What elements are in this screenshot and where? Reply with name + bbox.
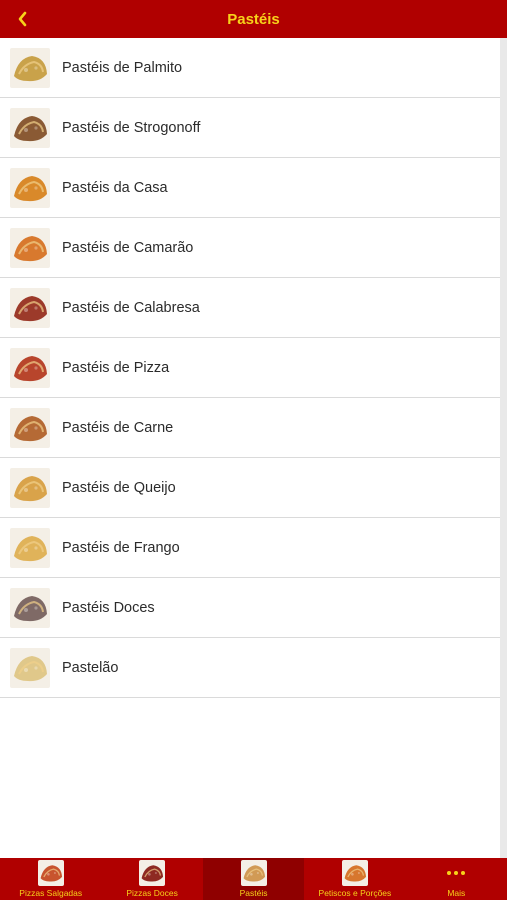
tab-1[interactable]: Pizzas Salgadas	[0, 858, 101, 900]
list-item[interactable]: Pastéis de Palmito	[0, 38, 500, 98]
item-thumbnail	[10, 47, 50, 88]
item-label: Pastéis de Frango	[62, 539, 180, 556]
item-label: Pastéis de Strogonoff	[62, 119, 201, 136]
item-thumbnail	[10, 227, 50, 268]
tab-label: Mais	[447, 888, 466, 898]
tab-label: Pizzas Doces	[126, 888, 178, 898]
tab-label: Petiscos e Porções	[318, 888, 392, 898]
item-label: Pastéis de Queijo	[62, 479, 176, 496]
list-item[interactable]: Pastéis de Calabresa	[0, 278, 500, 338]
item-thumbnail	[10, 527, 50, 568]
tab-thumbnail	[240, 860, 267, 886]
item-label: Pastelão	[62, 659, 119, 676]
tab-5[interactable]: Mais	[406, 858, 507, 900]
item-thumbnail	[10, 647, 50, 688]
item-thumbnail	[10, 167, 50, 208]
item-thumbnail	[10, 587, 50, 628]
tab-thumbnail	[139, 860, 166, 886]
tab-label: Pizzas Salgadas	[19, 888, 83, 898]
item-label: Pastéis de Camarão	[62, 239, 194, 256]
navigation-bar: Pastéis	[0, 0, 507, 38]
tab-thumbnail	[37, 860, 64, 886]
tab-2[interactable]: Pizzas Doces	[101, 858, 202, 900]
item-thumbnail	[10, 467, 50, 508]
chevron-left-icon	[18, 11, 27, 27]
item-label: Pastéis de Carne	[62, 419, 174, 436]
item-thumbnail	[10, 107, 50, 148]
tab-label: Pastéis	[239, 888, 268, 898]
tab-bar: Pizzas Salgadas Pizzas Doces Pastéis Petisc…	[0, 858, 507, 900]
list-item[interactable]: Pastéis de Queijo	[0, 458, 500, 518]
list-item[interactable]: Pastelão	[0, 638, 500, 698]
list-item[interactable]: Pastéis de Camarão	[0, 218, 500, 278]
list-item[interactable]: Pastéis Doces	[0, 578, 500, 638]
tab-thumbnail	[341, 860, 368, 886]
back-button[interactable]	[8, 0, 38, 38]
scroll-gutter	[500, 38, 507, 858]
item-label: Pastéis de Palmito	[62, 59, 183, 76]
tab-4[interactable]: Petiscos e Porções	[304, 858, 405, 900]
item-thumbnail	[10, 287, 50, 328]
item-thumbnail	[10, 407, 50, 448]
item-label: Pastéis de Calabresa	[62, 299, 200, 316]
tab-3[interactable]: Pastéis	[202, 858, 305, 900]
more-icon	[447, 860, 466, 886]
list-item[interactable]: Pastéis de Frango	[0, 518, 500, 578]
list-item[interactable]: Pastéis da Casa	[0, 158, 500, 218]
item-label: Pastéis de Pizza	[62, 359, 170, 376]
item-label: Pastéis da Casa	[62, 179, 168, 196]
item-label: Pastéis Doces	[62, 599, 155, 616]
page-title: Pastéis	[227, 10, 280, 28]
list-item[interactable]: Pastéis de Pizza	[0, 338, 500, 398]
pastel-list[interactable]: Pastéis de Palmito Pastéis de Strogonoff P…	[0, 38, 500, 858]
list-item[interactable]: Pastéis de Carne	[0, 398, 500, 458]
list-item[interactable]: Pastéis de Strogonoff	[0, 98, 500, 158]
item-thumbnail	[10, 347, 50, 388]
